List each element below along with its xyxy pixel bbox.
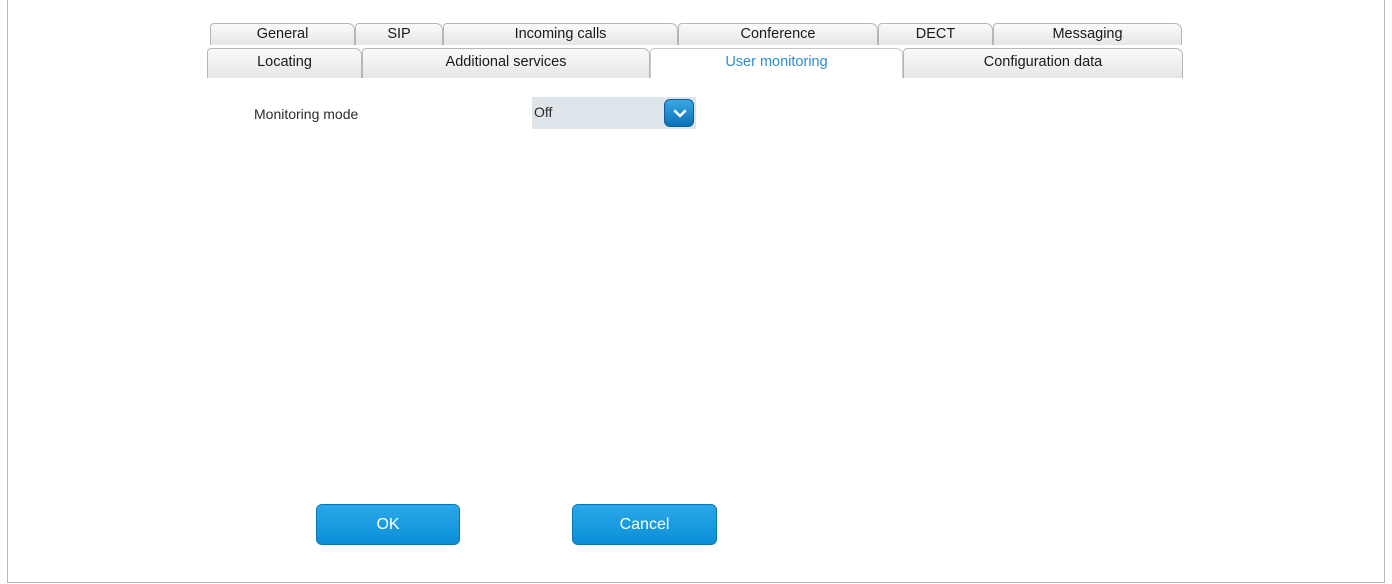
dropdown-button[interactable] [664, 99, 694, 127]
chevron-down-icon [673, 109, 687, 118]
tab-general[interactable]: General [210, 23, 355, 45]
tab-additional-services[interactable]: Additional services [362, 48, 650, 78]
monitoring-mode-select[interactable]: Off [532, 97, 696, 129]
tab-conference[interactable]: Conference [678, 23, 878, 45]
tab-configuration-data[interactable]: Configuration data [903, 48, 1183, 78]
tab-locating[interactable]: Locating [207, 48, 362, 78]
monitoring-mode-value: Off [534, 104, 553, 120]
tab-sip[interactable]: SIP [355, 23, 443, 45]
tab-row-2: Locating Additional services User monito… [0, 48, 1392, 78]
tab-user-monitoring[interactable]: User monitoring [650, 48, 903, 78]
cancel-button[interactable]: Cancel [572, 504, 717, 545]
monitoring-mode-label: Monitoring mode [254, 106, 359, 122]
ok-button[interactable]: OK [316, 504, 460, 545]
tab-messaging[interactable]: Messaging [993, 23, 1182, 45]
page-frame [7, 0, 1385, 583]
tab-dect[interactable]: DECT [878, 23, 993, 45]
tab-row-1: General SIP Incoming calls Conference DE… [0, 23, 1392, 45]
tab-incoming-calls[interactable]: Incoming calls [443, 23, 678, 45]
